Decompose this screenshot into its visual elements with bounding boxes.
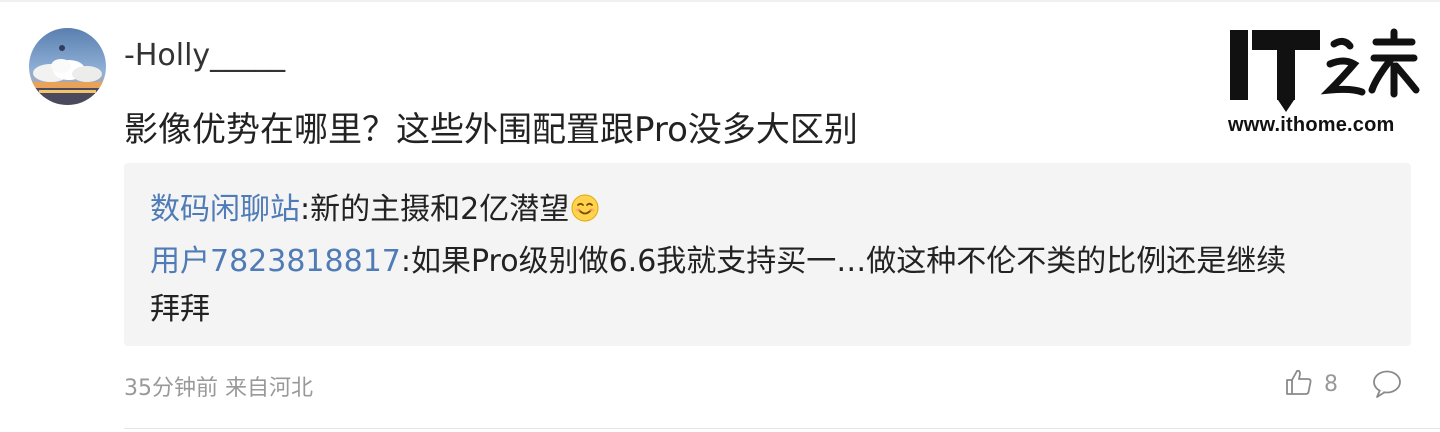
bottom-divider xyxy=(124,428,1440,429)
like-button[interactable]: 8 xyxy=(1284,366,1338,402)
comment-time-location: 35分钟前 来自河北 xyxy=(124,376,313,401)
reply-text-continuation: 拜拜 xyxy=(150,292,210,327)
ithome-url: www.ithome.com xyxy=(1228,114,1395,136)
avatar[interactable] xyxy=(29,28,106,105)
comment-username[interactable]: -Holly_____ xyxy=(124,38,285,73)
comment-text: 影像优势在哪里？这些外围配置跟Pro没多大区别 xyxy=(124,110,858,150)
reply-text: 新的主摄和2亿潜望 xyxy=(310,192,570,227)
reply-username[interactable]: 数码闲聊站 xyxy=(150,192,300,227)
thumbs-up-icon[interactable] xyxy=(1284,367,1314,401)
reply-separator: : xyxy=(300,192,311,227)
reply-username[interactable]: 用户7823818817 xyxy=(150,244,401,279)
smiling-emoji-icon xyxy=(571,194,599,222)
comment-bubble-icon[interactable] xyxy=(1371,368,1403,400)
reply-item[interactable]: 数码闲聊站:新的主摄和2亿潜望 xyxy=(150,184,599,228)
reply-item[interactable]: 用户7823818817:如果Pro级别做6.6我就支持买一…做这种不伦不类的比… xyxy=(150,236,1286,280)
reply-separator: : xyxy=(400,244,411,279)
top-divider xyxy=(0,0,1440,2)
reply-text: 如果Pro级别做6.6我就支持买一…做这种不伦不类的比例还是继续 xyxy=(410,244,1287,279)
like-count: 8 xyxy=(1324,371,1338,397)
